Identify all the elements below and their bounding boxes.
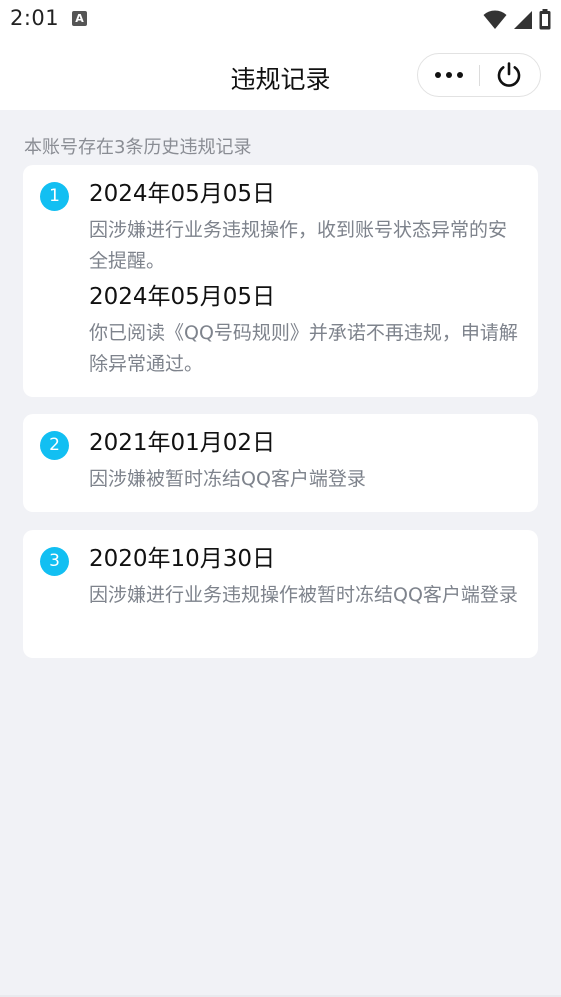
record-entry: 2024年05月05日 你已阅读《QQ号码规则》并承诺不再违规，申请解除异常通过… (89, 282, 519, 380)
app-notification-icon: A (72, 11, 87, 26)
record-entry: 2020年10月30日 因涉嫌进行业务违规操作被暂时冻结QQ客户端登录 (89, 544, 519, 611)
record-description: 因涉嫌进行业务违规操作，收到账号状态异常的安全提醒。 (89, 219, 508, 272)
record-date: 2021年01月02日 (89, 430, 276, 456)
status-icons (483, 9, 551, 30)
battery-icon (539, 9, 551, 30)
capsule-divider (479, 65, 480, 86)
record-date: 2020年10月30日 (89, 546, 276, 572)
record-description: 因涉嫌被暂时冻结QQ客户端登录 (89, 468, 366, 490)
record-description: 因涉嫌进行业务违规操作被暂时冻结QQ客户端登录 (89, 584, 518, 606)
violation-summary: 本账号存在3条历史违规记录 (24, 137, 252, 158)
record-date: 2024年05月05日 (89, 284, 276, 310)
record-description: 你已阅读《QQ号码规则》并承诺不再违规，申请解除异常通过。 (89, 322, 518, 375)
record-entry: 2024年05月05日 因涉嫌进行业务违规操作，收到账号状态异常的安全提醒。 (89, 179, 519, 277)
mini-program-capsule (417, 53, 541, 97)
record-number-badge: 2 (40, 431, 69, 460)
status-bar: 2:01 A (0, 0, 561, 40)
violation-record-card: 3 2020年10月30日 因涉嫌进行业务违规操作被暂时冻结QQ客户端登录 (23, 530, 538, 658)
violation-record-card: 1 2024年05月05日 因涉嫌进行业务违规操作，收到账号状态异常的安全提醒。… (23, 165, 538, 397)
record-number-badge: 1 (40, 182, 69, 211)
wifi-icon (483, 10, 507, 29)
record-date: 2024年05月05日 (89, 181, 276, 207)
record-number-badge: 3 (40, 547, 69, 576)
record-entry: 2021年01月02日 因涉嫌被暂时冻结QQ客户端登录 (89, 428, 519, 495)
nav-bar: 违规记录 (0, 40, 561, 110)
signal-icon (514, 10, 532, 29)
violation-record-card: 2 2021年01月02日 因涉嫌被暂时冻结QQ客户端登录 (23, 414, 538, 512)
status-time: 2:01 (10, 6, 60, 30)
more-icon[interactable] (432, 54, 466, 96)
power-icon[interactable] (495, 61, 523, 89)
